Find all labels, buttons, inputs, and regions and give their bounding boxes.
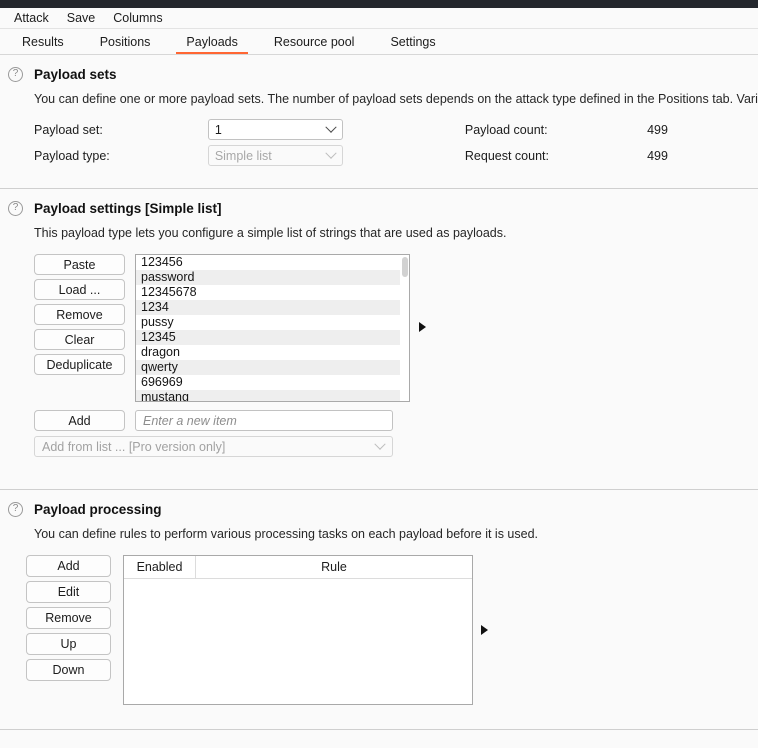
payload-count-value: 499: [647, 122, 668, 137]
question-circle-icon[interactable]: ?: [8, 201, 23, 216]
payload-settings-section: ? Payload settings [Simple list] This pa…: [0, 189, 758, 457]
edit-rule-button[interactable]: Edit: [26, 581, 111, 603]
triangle-right-icon[interactable]: [481, 625, 488, 635]
payload-processing-area: Add Edit Remove Up Down Enabled Rule: [26, 555, 758, 705]
deduplicate-button[interactable]: Deduplicate: [34, 354, 125, 375]
paste-button[interactable]: Paste: [34, 254, 125, 275]
payload-settings-title: Payload settings [Simple list]: [34, 201, 222, 216]
add-from-list-label: Add from list ... [Pro version only]: [42, 439, 226, 454]
menu-item-attack[interactable]: Attack: [5, 9, 58, 27]
payload-list-item[interactable]: dragon: [136, 345, 409, 360]
payload-set-value: 1: [214, 122, 222, 137]
request-count-label: Request count:: [464, 148, 549, 163]
payloads-panel: ? Payload sets You can define one or mor…: [0, 55, 758, 746]
new-item-input[interactable]: [135, 410, 393, 431]
payload-type-value: Simple list: [214, 148, 272, 163]
menu-item-columns[interactable]: Columns: [104, 9, 171, 27]
payload-sets-section: ? Payload sets You can define one or mor…: [0, 55, 758, 166]
payload-list-item[interactable]: qwerty: [136, 360, 409, 375]
move-up-button[interactable]: Up: [26, 633, 111, 655]
payload-processing-title: Payload processing: [34, 502, 162, 517]
payload-sets-form: Payload set: 1 Payload count: 499 Payloa…: [34, 119, 758, 166]
payload-sets-description: You can define one or more payload sets.…: [34, 92, 758, 106]
tab-payloads[interactable]: Payloads: [168, 29, 255, 54]
payload-list-item[interactable]: mustang: [136, 390, 409, 401]
payload-set-select[interactable]: 1: [207, 119, 343, 140]
column-header-rule[interactable]: Rule: [196, 556, 472, 578]
payload-list-area: Paste Load ... Remove Clear Deduplicate …: [34, 254, 758, 402]
menu-bar: Attack Save Columns: [0, 8, 758, 29]
payload-settings-description: This payload type lets you configure a s…: [34, 226, 507, 240]
chevron-down-icon: [325, 147, 337, 159]
payload-list-item[interactable]: 123456: [136, 255, 409, 270]
payload-set-label: Payload set:: [34, 122, 103, 137]
menu-item-save[interactable]: Save: [58, 9, 105, 27]
tab-results[interactable]: Results: [4, 29, 82, 54]
clear-button[interactable]: Clear: [34, 329, 125, 350]
add-rule-button[interactable]: Add: [26, 555, 111, 577]
payload-processing-buttons: Add Edit Remove Up Down: [26, 555, 111, 681]
rules-table-body[interactable]: [124, 579, 472, 704]
chevron-down-icon: [374, 438, 386, 450]
payload-type-label: Payload type:: [34, 148, 110, 163]
rules-table: Enabled Rule: [123, 555, 473, 705]
add-from-list-select[interactable]: Add from list ... [Pro version only]: [34, 436, 393, 457]
load-button[interactable]: Load ...: [34, 279, 125, 300]
add-payload-button[interactable]: Add: [34, 410, 125, 431]
request-count-value: 499: [647, 148, 668, 163]
payload-list-item[interactable]: 12345678: [136, 285, 409, 300]
remove-rule-button[interactable]: Remove: [26, 607, 111, 629]
payload-list-item[interactable]: 696969: [136, 375, 409, 390]
payload-type-select[interactable]: Simple list: [207, 145, 343, 166]
payload-list-item[interactable]: 12345: [136, 330, 409, 345]
tab-bar: Results Positions Payloads Resource pool…: [0, 29, 758, 55]
payload-list-buttons: Paste Load ... Remove Clear Deduplicate: [34, 254, 125, 375]
payload-processing-section: ? Payload processing You can define rule…: [0, 490, 758, 705]
remove-button[interactable]: Remove: [34, 304, 125, 325]
payload-list-scrollbar[interactable]: [400, 255, 409, 401]
tab-resource-pool[interactable]: Resource pool: [256, 29, 373, 54]
payload-sets-header: ? Payload sets: [0, 55, 758, 82]
column-header-enabled[interactable]: Enabled: [124, 556, 196, 578]
payload-add-row: Add: [34, 410, 758, 431]
payload-count-label: Payload count:: [464, 122, 548, 137]
rules-table-header: Enabled Rule: [124, 556, 472, 579]
payload-processing-header: ? Payload processing: [0, 490, 758, 517]
question-circle-icon[interactable]: ?: [8, 67, 23, 82]
question-circle-icon[interactable]: ?: [8, 502, 23, 517]
move-down-button[interactable]: Down: [26, 659, 111, 681]
payload-settings-header: ? Payload settings [Simple list]: [0, 189, 758, 216]
tab-positions[interactable]: Positions: [82, 29, 169, 54]
payload-list-item[interactable]: pussy: [136, 315, 409, 330]
chevron-down-icon: [325, 121, 337, 133]
scrollbar-thumb[interactable]: [401, 257, 408, 277]
payload-sets-title: Payload sets: [34, 67, 117, 82]
payload-list-item[interactable]: password: [136, 270, 409, 285]
payload-list[interactable]: 123456 password 12345678 1234 pussy 12345 drag…: [135, 254, 410, 402]
tab-settings[interactable]: Settings: [372, 29, 453, 54]
section-divider: [0, 729, 758, 730]
payload-processing-description: You can define rules to perform various …: [34, 527, 538, 541]
payload-list-item[interactable]: 1234: [136, 300, 409, 315]
window-titlebar: [0, 0, 758, 8]
triangle-right-icon[interactable]: [419, 322, 426, 332]
